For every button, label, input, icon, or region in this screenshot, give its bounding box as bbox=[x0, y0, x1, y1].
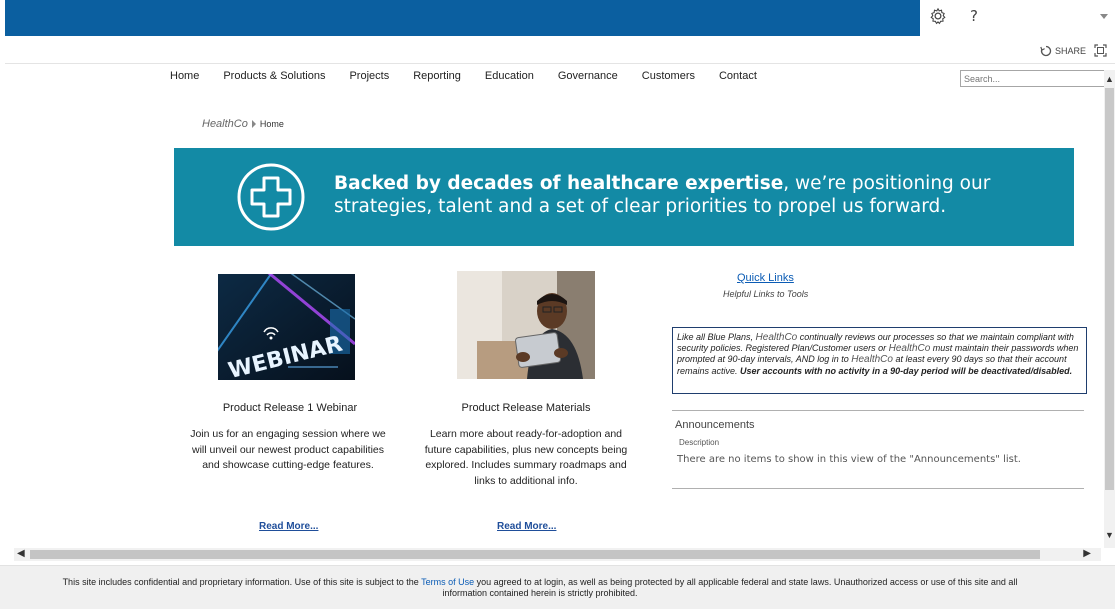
scroll-left-icon[interactable]: ◀ bbox=[17, 548, 25, 559]
scroll-thumb[interactable] bbox=[1105, 88, 1114, 490]
scroll-up-icon[interactable]: ▲ bbox=[1105, 74, 1114, 84]
card-title-materials: Product Release Materials bbox=[461, 402, 591, 414]
nav-item-projects[interactable]: Projects bbox=[349, 70, 389, 82]
ribbon bbox=[5, 36, 1115, 64]
footer: This site includes confidential and prop… bbox=[0, 565, 1115, 609]
chevron-down-icon[interactable] bbox=[1100, 14, 1108, 19]
search-input[interactable] bbox=[960, 70, 1105, 87]
read-more-link-webinar[interactable]: Read More... bbox=[259, 521, 318, 532]
notice-text: Like all Blue Plans, bbox=[677, 332, 756, 342]
share-icon bbox=[1040, 45, 1052, 57]
card-description-line: Join us for an engaging session where we bbox=[190, 428, 386, 440]
footer-disclaimer: This site includes confidential and prop… bbox=[40, 577, 1040, 599]
gear-icon[interactable] bbox=[929, 7, 947, 25]
card-title-webinar: Product Release 1 Webinar bbox=[222, 402, 358, 414]
card-description-webinar: Join us for an engaging session where we… bbox=[178, 427, 398, 474]
announcements-column-header[interactable]: Description bbox=[679, 438, 719, 447]
card-description-line: links to additional info. bbox=[474, 474, 578, 487]
focus-on-content-icon[interactable] bbox=[1094, 44, 1107, 57]
card-description-line: will unveil our newest product capabilit… bbox=[191, 443, 384, 456]
materials-image[interactable] bbox=[457, 271, 595, 379]
scroll-thumb[interactable] bbox=[30, 550, 1040, 559]
notice-org-name: HealthCo bbox=[851, 354, 893, 366]
breadcrumb-current-page: Home bbox=[259, 119, 284, 129]
notice-org-name: HealthCo bbox=[888, 343, 931, 355]
read-more-link-materials[interactable]: Read More... bbox=[497, 521, 556, 532]
breadcrumb-site[interactable]: HealthCo bbox=[202, 118, 248, 130]
divider bbox=[672, 410, 1084, 411]
help-button[interactable]: ? bbox=[970, 7, 978, 25]
horizontal-scrollbar[interactable]: ◀ ▶ bbox=[14, 548, 1101, 561]
share-label: SHARE bbox=[1055, 46, 1087, 56]
card-description-line: and showcase cutting-edge features. bbox=[202, 459, 374, 471]
nav-item-governance[interactable]: Governance bbox=[558, 70, 618, 82]
terms-of-use-link[interactable]: Terms of Use bbox=[421, 577, 474, 587]
nav-item-contact[interactable]: Contact bbox=[719, 70, 757, 82]
scroll-down-icon[interactable]: ▼ bbox=[1105, 530, 1114, 540]
quick-links-subtitle: Helpful Links to Tools bbox=[723, 289, 809, 299]
suite-bar-actions bbox=[920, 0, 1115, 36]
nav-item-customers[interactable]: Customers bbox=[642, 70, 695, 82]
card-description-line: Learn more about ready-for-adoption and bbox=[429, 428, 623, 440]
scroll-right-icon[interactable]: ▶ bbox=[1083, 548, 1091, 559]
share-button[interactable]: SHARE bbox=[1040, 45, 1086, 57]
banner-headline: Backed by decades of healthcare expertis… bbox=[334, 172, 1054, 218]
announcements-title[interactable]: Announcements bbox=[675, 419, 755, 431]
medical-cross-icon bbox=[237, 163, 305, 231]
card-description-line: explored. Includes summary roadmaps and bbox=[425, 459, 627, 471]
nav-item-products-solutions[interactable]: Products & Solutions bbox=[223, 70, 325, 82]
quick-links-link[interactable]: Quick Links bbox=[737, 272, 794, 284]
nav-item-education[interactable]: Education bbox=[485, 70, 534, 82]
divider bbox=[672, 488, 1084, 489]
breadcrumb: HealthCo Home bbox=[202, 118, 284, 130]
footer-text: you agreed to at login, as well as being… bbox=[442, 577, 1018, 598]
banner-headline-bold: Backed by decades of healthcare expertis… bbox=[334, 173, 784, 194]
card-description-line: future capabilities, plus new concepts b… bbox=[424, 443, 628, 456]
card-description-materials: Learn more about ready-for-adoption and … bbox=[413, 427, 639, 489]
notice-warning: User accounts with no activity in a 90-d… bbox=[740, 365, 1073, 376]
vertical-scrollbar[interactable]: ▲ ▼ bbox=[1104, 70, 1115, 548]
suite-bar bbox=[5, 0, 920, 36]
banner-headline-line2: strategies, talent and a set of clear pr… bbox=[334, 196, 947, 217]
breadcrumb-separator-icon bbox=[251, 120, 256, 128]
security-notice: Like all Blue Plans, HealthCo continuall… bbox=[672, 327, 1087, 394]
footer-text: This site includes confidential and prop… bbox=[62, 577, 422, 587]
hero-banner: Backed by decades of healthcare expertis… bbox=[174, 148, 1074, 246]
webinar-image[interactable]: WEBINAR bbox=[218, 274, 355, 380]
announcements-empty-message: There are no items to show in this view … bbox=[677, 454, 1021, 465]
top-navigation: Home Products & Solutions Projects Repor… bbox=[170, 70, 781, 82]
banner-headline-rest: , we’re positioning our bbox=[783, 173, 991, 194]
nav-item-home[interactable]: Home bbox=[170, 70, 199, 82]
nav-item-reporting[interactable]: Reporting bbox=[413, 70, 461, 82]
notice-org-name: HealthCo bbox=[755, 332, 798, 343]
